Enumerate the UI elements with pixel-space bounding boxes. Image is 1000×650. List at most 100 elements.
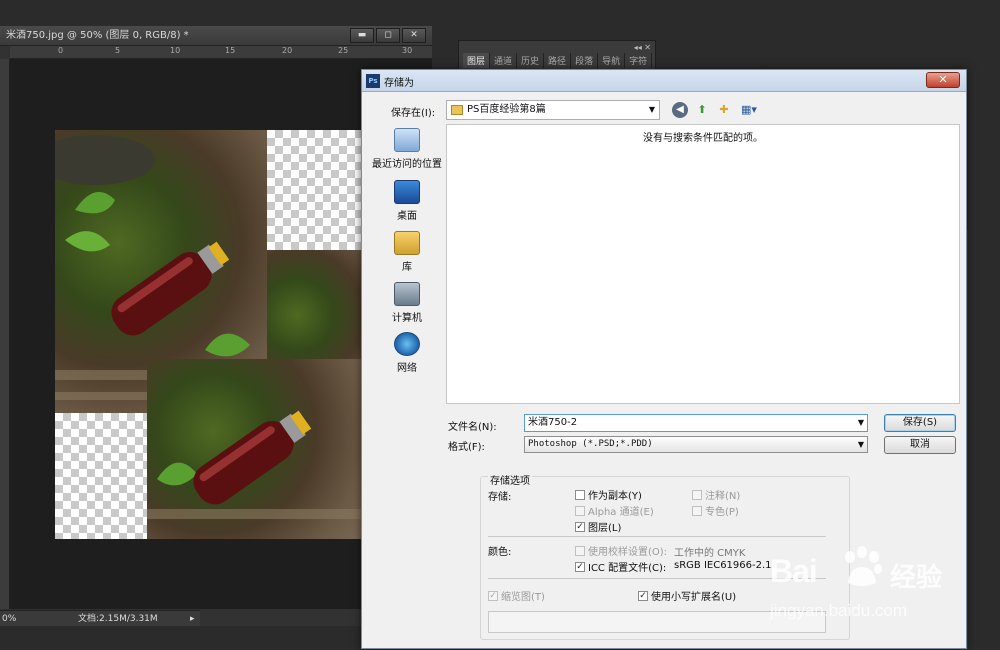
- checkbox-label: ICC 配置文件(C):: [588, 563, 667, 574]
- tab-channels[interactable]: 通道: [490, 53, 518, 68]
- place-desktop[interactable]: 桌面: [369, 180, 445, 222]
- proof-profile-value: 工作中的 CMYK: [674, 548, 746, 559]
- chevron-down-icon: ▼: [857, 440, 864, 449]
- storage-label: 存储:: [488, 492, 512, 503]
- use-proof-checkbox[interactable]: 使用校样设置(O):: [575, 543, 667, 558]
- status-bar: 0% 文档:2.15M/3.31M ▸: [0, 610, 200, 626]
- file-list[interactable]: 没有与搜索条件匹配的项。: [446, 124, 960, 404]
- check-icon: ✓: [638, 590, 648, 601]
- dialog-titlebar[interactable]: Ps 存储为 ✕: [362, 70, 966, 92]
- checkbox-box: [692, 489, 702, 500]
- recent-places-icon: [394, 128, 420, 152]
- filename-value: 米酒750-2: [528, 417, 578, 428]
- check-icon: ✓: [575, 561, 585, 572]
- alpha-channels-checkbox[interactable]: Alpha 通道(E): [575, 503, 654, 518]
- status-menu-arrow-icon[interactable]: ▸: [190, 611, 195, 627]
- place-label: 库: [402, 262, 412, 273]
- watermark-brand-right: 经验: [890, 563, 943, 593]
- chevron-down-icon: ▼: [648, 105, 655, 114]
- checkbox-label: 注释(N): [705, 491, 741, 502]
- chevron-down-icon[interactable]: ▼: [858, 415, 864, 431]
- baidu-watermark: Bai 经验 jingyan.baidu.com: [770, 545, 990, 635]
- format-select[interactable]: Photoshop (*.PSD;*.PDD) ▼: [524, 436, 868, 453]
- watermark-url: jingyan.baidu.com: [770, 601, 908, 620]
- ruler-tick: 0: [58, 46, 64, 55]
- document-size: 文档:2.15M/3.31M: [78, 614, 158, 624]
- transparent-area: [267, 130, 367, 250]
- place-label: 桌面: [397, 211, 417, 222]
- folder-icon: [451, 105, 463, 115]
- checkbox-label: 作为副本(Y): [588, 491, 642, 502]
- dialog-title: 存储为: [384, 78, 414, 89]
- tab-paths[interactable]: 路径: [544, 53, 572, 68]
- minimize-button[interactable]: ▬: [350, 28, 374, 43]
- tab-character[interactable]: 字符: [625, 53, 653, 68]
- ruler-tick: 20: [282, 46, 293, 55]
- tab-history[interactable]: 历史: [517, 53, 545, 68]
- document-title: 米酒750.jpg @ 50% (图层 0, RGB/8) *: [6, 30, 189, 41]
- back-icon[interactable]: ◀: [672, 102, 688, 118]
- library-icon: [394, 231, 420, 255]
- close-dialog-button[interactable]: ✕: [926, 72, 960, 88]
- icc-profile-checkbox[interactable]: ✓ ICC 配置文件(C):: [575, 559, 666, 574]
- icc-profile-value: sRGB IEC61966-2.1: [674, 560, 772, 571]
- computer-icon: [394, 282, 420, 306]
- checkbox-label: 专色(P): [705, 507, 739, 518]
- desktop-icon: [394, 180, 420, 204]
- lowercase-extension-checkbox[interactable]: ✓ 使用小写扩展名(U): [638, 588, 736, 603]
- close-document-button[interactable]: ✕: [402, 28, 426, 43]
- place-label: 计算机: [392, 313, 422, 324]
- zoom-level[interactable]: 0%: [2, 611, 16, 627]
- check-icon: ✓: [488, 590, 498, 601]
- view-menu-icon[interactable]: ▦▾: [738, 102, 760, 118]
- annotations-checkbox[interactable]: 注释(N): [692, 487, 740, 502]
- panel-collapse-icon[interactable]: ◂◂ ✕: [634, 43, 651, 52]
- save-options-title: 存储选项: [488, 472, 532, 487]
- place-label: 最近访问的位置: [372, 159, 442, 170]
- tab-layers[interactable]: 图层: [463, 53, 491, 68]
- photoshop-icon: Ps: [366, 74, 380, 88]
- save-in-label: 保存在(I):: [391, 108, 436, 119]
- place-network[interactable]: 网络: [369, 332, 445, 374]
- spot-colors-checkbox[interactable]: 专色(P): [692, 503, 739, 518]
- layers-checkbox[interactable]: ✓ 图层(L): [575, 519, 621, 534]
- layers-panel: ◂◂ ✕ 图层 通道 历史 路径 段落 导航 字符: [458, 40, 656, 70]
- save-in-dropdown[interactable]: PS百度经验第8篇 ▼: [446, 100, 660, 120]
- tab-paragraph[interactable]: 段落: [571, 53, 599, 68]
- photo-tile-bottom: [147, 359, 367, 539]
- save-in-value: PS百度经验第8篇: [467, 104, 546, 115]
- as-copy-checkbox[interactable]: 作为副本(Y): [575, 487, 642, 502]
- check-icon: ✓: [575, 521, 585, 532]
- up-folder-icon[interactable]: ⬆: [694, 102, 710, 118]
- place-recent[interactable]: 最近访问的位置: [369, 128, 445, 170]
- places-bar: 最近访问的位置 桌面 库 计算机 网络: [369, 124, 445, 464]
- empty-message: 没有与搜索条件匹配的项。: [643, 133, 763, 144]
- ruler-tick: 25: [338, 46, 349, 55]
- checkbox-box: [575, 545, 585, 556]
- cancel-button[interactable]: 取消: [884, 436, 956, 454]
- horizontal-ruler[interactable]: 0 5 10 15 20 25 30: [10, 46, 432, 59]
- maximize-button[interactable]: ◻: [376, 28, 400, 43]
- place-libraries[interactable]: 库: [369, 231, 445, 273]
- vertical-ruler[interactable]: [0, 59, 10, 609]
- ruler-tick: 5: [115, 46, 121, 55]
- format-value: Photoshop (*.PSD;*.PDD): [528, 439, 653, 449]
- format-label: 格式(F):: [448, 442, 485, 453]
- save-button[interactable]: 保存(S): [884, 414, 956, 432]
- thumbnail-checkbox[interactable]: ✓ 缩览图(T): [488, 588, 545, 603]
- checkbox-box: [575, 489, 585, 500]
- checkbox-label: 使用小写扩展名(U): [651, 592, 737, 603]
- checkbox-label: 使用校样设置(O):: [588, 547, 668, 558]
- place-computer[interactable]: 计算机: [369, 282, 445, 324]
- filename-input[interactable]: 米酒750-2 ▼: [524, 414, 868, 432]
- watermark-brand-left: Bai: [770, 553, 818, 589]
- new-folder-icon[interactable]: ✚: [716, 102, 732, 118]
- ruler-tick: 10: [170, 46, 181, 55]
- tab-navigator[interactable]: 导航: [598, 53, 626, 68]
- transparent-area: [55, 413, 147, 539]
- divider: [488, 536, 826, 537]
- network-icon: [394, 332, 420, 356]
- checkbox-label: Alpha 通道(E): [588, 507, 654, 518]
- place-label: 网络: [397, 363, 417, 374]
- document-tab[interactable]: 米酒750.jpg @ 50% (图层 0, RGB/8) * ▬ ◻ ✕: [0, 26, 432, 46]
